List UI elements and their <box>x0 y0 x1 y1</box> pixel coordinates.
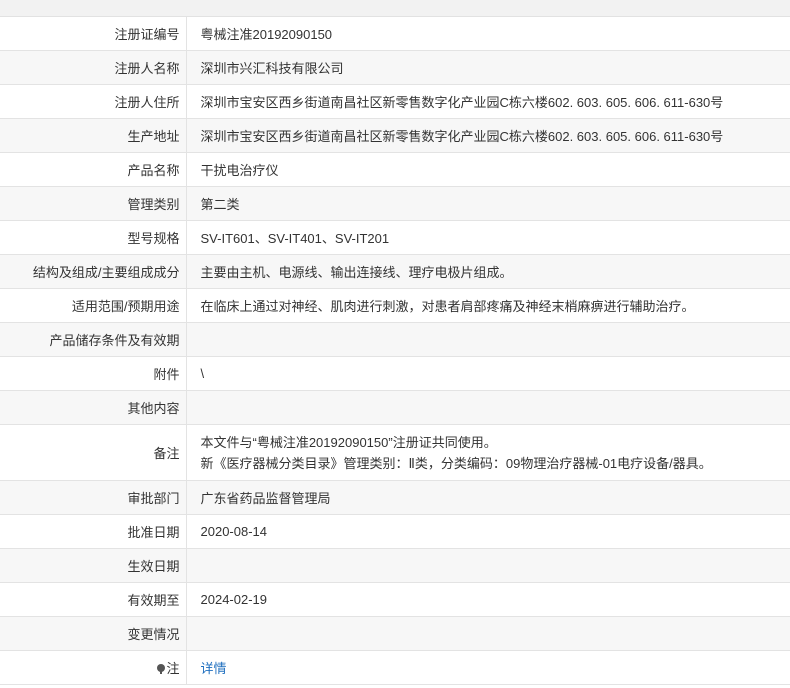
row-label: 备注 <box>0 424 187 481</box>
row-value: 深圳市兴汇科技有限公司 <box>186 50 790 85</box>
table-row: 结构及组成/主要组成成分 主要由主机、电源线、输出连接线、理疗电极片组成。 <box>0 254 790 289</box>
row-label: 变更情况 <box>0 616 187 651</box>
table-row: 审批部门 广东省药品监督管理局 <box>0 480 790 515</box>
row-value: 第二类 <box>186 186 790 221</box>
row-label: 管理类别 <box>0 186 187 221</box>
table-row: 注册人住所 深圳市宝安区西乡街道南昌社区新零售数字化产业园C栋六楼602. 60… <box>0 84 790 119</box>
table-row: 备注 本文件与“粤械注准20192090150”注册证共同使用。 新《医疗器械分… <box>0 424 790 481</box>
top-bar <box>0 0 790 17</box>
table-row: 有效期至 2024-02-19 <box>0 582 790 617</box>
table-row: 产品储存条件及有效期 <box>0 322 790 357</box>
row-label: 产品储存条件及有效期 <box>0 322 187 357</box>
row-value: 2024-02-19 <box>186 582 790 617</box>
row-label: 型号规格 <box>0 220 187 255</box>
table-row: 型号规格 SV-IT601、SV-IT401、SV-IT201 <box>0 220 790 255</box>
row-label: 审批部门 <box>0 480 187 515</box>
details-link[interactable]: 详情 <box>201 661 227 676</box>
row-value: 在临床上通过对神经、肌肉进行刺激，对患者肩部疼痛及神经末梢麻痹进行辅助治疗。 <box>186 288 790 323</box>
row-label: 有效期至 <box>0 582 187 617</box>
row-value: 干扰电治疗仪 <box>186 152 790 187</box>
table-row: 生产地址 深圳市宝安区西乡街道南昌社区新零售数字化产业园C栋六楼602. 603… <box>0 118 790 153</box>
row-label: 批准日期 <box>0 514 187 549</box>
row-label: 适用范围/预期用途 <box>0 288 187 323</box>
row-label: 注册证编号 <box>0 17 187 51</box>
table-row: 管理类别 第二类 <box>0 186 790 221</box>
row-label: 注册人名称 <box>0 50 187 85</box>
row-value: 深圳市宝安区西乡街道南昌社区新零售数字化产业园C栋六楼602. 603. 605… <box>186 84 790 119</box>
row-value: 主要由主机、电源线、输出连接线、理疗电极片组成。 <box>186 254 790 289</box>
row-value: 2020-08-14 <box>186 514 790 549</box>
row-value: 详情 <box>186 650 790 685</box>
remarks-line-2: 新《医疗器械分类目录》管理类别：Ⅱ类，分类编码：09物理治疗器械-01电疗设备/… <box>200 455 712 471</box>
registration-info-table: 注册证编号 粤械注准20192090150 注册人名称 深圳市兴汇科技有限公司 … <box>0 17 790 685</box>
table-row: 注册人名称 深圳市兴汇科技有限公司 <box>0 50 790 85</box>
table-row: 其他内容 <box>0 390 790 425</box>
row-label: 生效日期 <box>0 548 187 583</box>
table-row: 适用范围/预期用途 在临床上通过对神经、肌肉进行刺激，对患者肩部疼痛及神经末梢麻… <box>0 288 790 323</box>
table-row: 变更情况 <box>0 616 790 651</box>
remarks-value: 本文件与“粤械注准20192090150”注册证共同使用。 新《医疗器械分类目录… <box>186 424 790 481</box>
row-value: \ <box>186 356 790 391</box>
row-value: 广东省药品监督管理局 <box>186 480 790 515</box>
row-label: 注 <box>166 661 180 676</box>
row-value <box>186 322 790 357</box>
row-value: 粤械注准20192090150 <box>186 17 790 51</box>
row-label: 产品名称 <box>0 152 187 187</box>
row-label: 注册人住所 <box>0 84 187 119</box>
table-row: 批准日期 2020-08-14 <box>0 514 790 549</box>
table-row: 注 详情 <box>0 650 790 685</box>
table-row: 注册证编号 粤械注准20192090150 <box>0 17 790 51</box>
row-label: 生产地址 <box>0 118 187 153</box>
table-row: 产品名称 干扰电治疗仪 <box>0 152 790 187</box>
row-label: 其他内容 <box>0 390 187 425</box>
row-value <box>186 390 790 425</box>
row-label: 结构及组成/主要组成成分 <box>0 254 187 289</box>
row-value <box>186 548 790 583</box>
table-row: 生效日期 <box>0 548 790 583</box>
row-label: 附件 <box>0 356 187 391</box>
remarks-line-1: 本文件与“粤械注准20192090150”注册证共同使用。 <box>200 434 497 450</box>
note-label: 注 <box>0 650 187 685</box>
pin-icon <box>157 664 166 674</box>
row-value: 深圳市宝安区西乡街道南昌社区新零售数字化产业园C栋六楼602. 603. 605… <box>186 118 790 153</box>
row-value <box>186 616 790 651</box>
row-value: SV-IT601、SV-IT401、SV-IT201 <box>186 220 790 255</box>
table-row: 附件 \ <box>0 356 790 391</box>
